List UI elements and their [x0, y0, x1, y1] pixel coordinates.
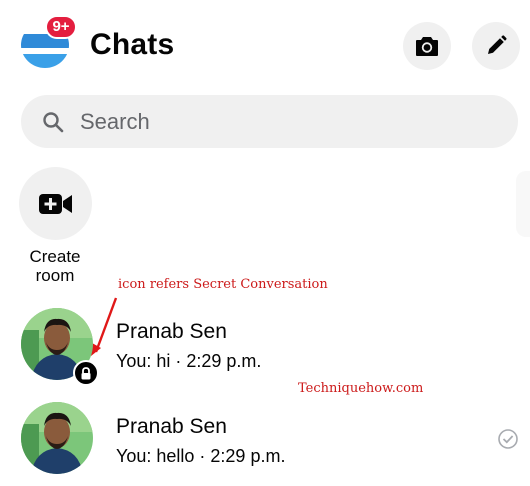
video-camera-plus-icon	[38, 193, 72, 214]
create-room-label: Create room	[14, 247, 96, 285]
secret-conversation-badge	[73, 360, 99, 386]
contact-avatar	[21, 402, 93, 474]
create-room-label-line2: room	[35, 266, 75, 285]
search-input[interactable]	[78, 107, 462, 136]
compose-button[interactable]	[472, 22, 520, 70]
camera-button[interactable]	[403, 22, 451, 70]
annotation-text: icon refers Secret Conversation	[118, 277, 328, 292]
notification-badge: 9+	[45, 15, 77, 39]
contact-name: Pranab Sen	[116, 320, 227, 343]
pencil-icon	[488, 35, 507, 54]
chat-row[interactable]: Pranab Sen You: hello · 2:29 p.m.	[0, 396, 530, 480]
search-bar[interactable]	[21, 95, 518, 148]
chat-row[interactable]: Pranab Sen You: hi · 2:29 p.m.	[0, 302, 530, 386]
story-card-edge[interactable]	[516, 171, 530, 237]
message-snippet: You: hi · 2:29 p.m.	[116, 351, 262, 371]
watermark-text: Techniquehow.com	[298, 381, 424, 396]
page-title: Chats	[90, 28, 175, 61]
create-room-label-line1: Create	[29, 247, 81, 266]
create-room-button[interactable]	[19, 167, 92, 240]
delivered-check-icon	[498, 429, 518, 449]
lock-icon	[81, 366, 91, 379]
search-icon	[43, 111, 64, 132]
camera-icon	[416, 37, 438, 56]
contact-name: Pranab Sen	[116, 415, 227, 438]
message-snippet: You: hello · 2:29 p.m.	[116, 446, 286, 466]
